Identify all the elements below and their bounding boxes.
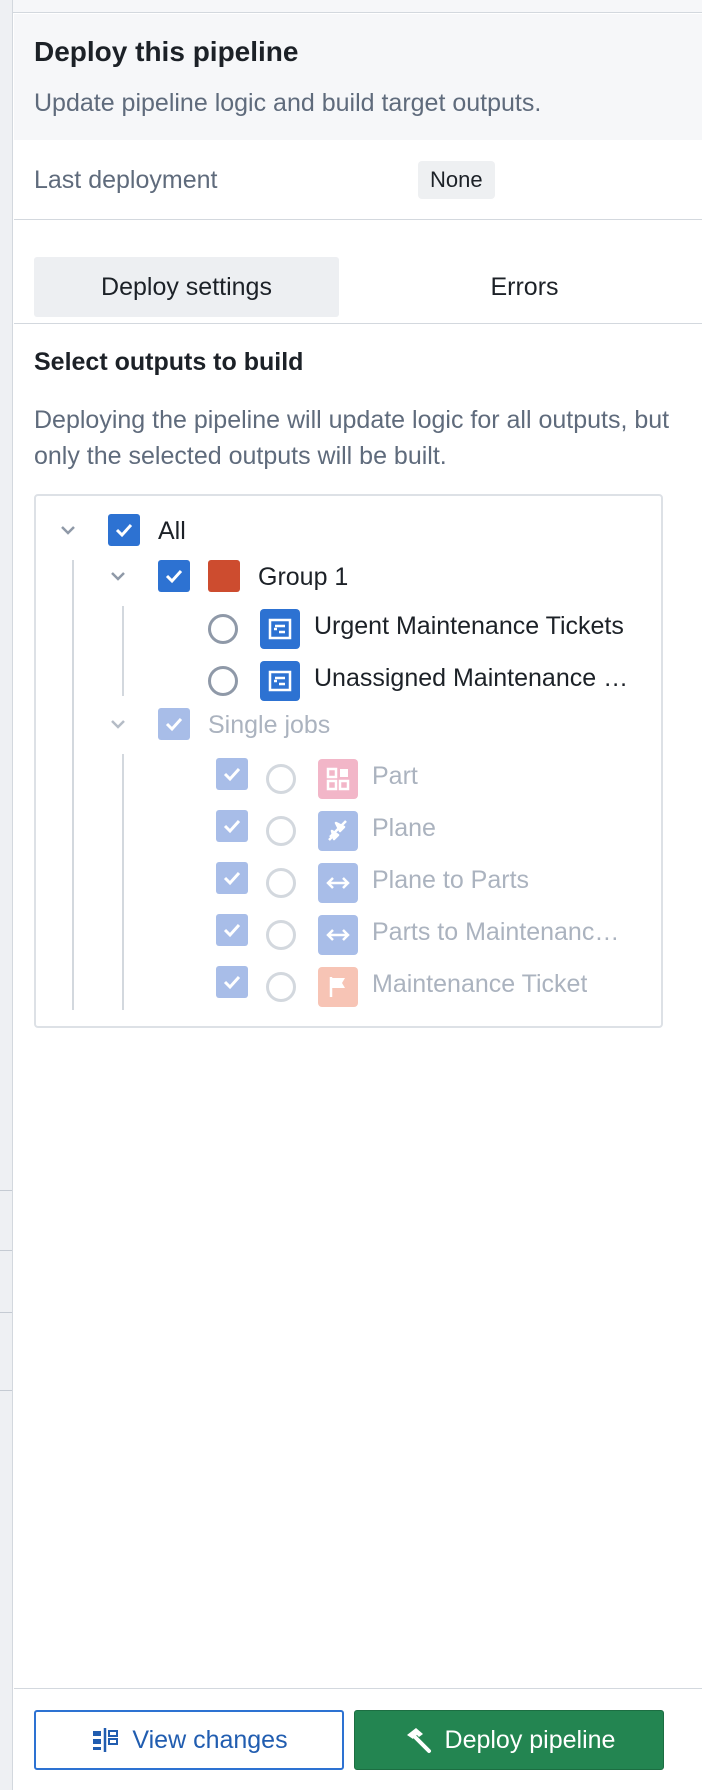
outputs-description: Deploying the pipeline will update logic… [34, 406, 670, 470]
tree-label-parts-to-maintenance: Parts to Maintenanc… [372, 918, 620, 946]
radio-urgent-maintenance-tickets[interactable] [208, 614, 238, 644]
flag-icon [318, 967, 358, 1007]
tree-label-maintenance-ticket: Maintenance Ticket [372, 970, 588, 998]
check-icon [223, 819, 241, 834]
tree-label-all: All [158, 517, 186, 545]
panel-header: Deploy this pipeline Update pipeline log… [14, 14, 702, 140]
dataset-output-icon [260, 609, 300, 649]
chevron-down-icon[interactable] [108, 714, 128, 734]
last-deployment-label: Last deployment [34, 166, 218, 194]
check-icon [223, 923, 241, 938]
gutter-divider [0, 1390, 12, 1391]
checkbox-parts-to-maintenance[interactable] [216, 914, 248, 946]
chevron-down-icon[interactable] [108, 566, 128, 586]
tab-deploy-settings[interactable]: Deploy settings [34, 257, 339, 317]
check-icon [223, 871, 241, 886]
deploy-pipeline-button[interactable]: Deploy pipeline [354, 1710, 664, 1770]
tree-label-group-1: Group 1 [258, 563, 349, 591]
check-icon [165, 717, 183, 732]
footer-divider [14, 1688, 702, 1689]
checkbox-maintenance-ticket[interactable] [216, 966, 248, 998]
grid-icon [318, 759, 358, 799]
radio-maintenance-ticket[interactable] [266, 972, 296, 1002]
radio-plane[interactable] [266, 816, 296, 846]
check-icon [223, 975, 241, 990]
checkbox-part[interactable] [216, 758, 248, 790]
tree-label-single-jobs: Single jobs [208, 711, 331, 739]
checkbox-plane-to-parts[interactable] [216, 862, 248, 894]
last-deployment-row: Last deployment None [14, 140, 702, 220]
last-deployment-tag: None [418, 161, 495, 199]
hammer-icon [406, 1728, 431, 1753]
view-changes-label: View changes [132, 1725, 288, 1754]
radio-plane-to-parts[interactable] [266, 868, 296, 898]
group-color-swatch [208, 560, 240, 592]
tree-label-plane-to-parts: Plane to Parts [372, 866, 530, 894]
tab-bar: Deploy settings Errors [14, 221, 702, 324]
gutter-divider [0, 1312, 12, 1313]
panel-title: Deploy this pipeline [34, 36, 299, 67]
radio-unassigned-maintenance[interactable] [208, 666, 238, 696]
compare-columns-icon [93, 1728, 119, 1752]
gutter-divider [0, 1250, 12, 1251]
gutter-divider [0, 1190, 12, 1191]
check-icon [165, 569, 183, 584]
checkbox-plane[interactable] [216, 810, 248, 842]
tab-errors[interactable]: Errors [372, 257, 677, 317]
panel-subtitle: Update pipeline logic and build target o… [34, 89, 542, 117]
radio-parts-to-maintenance[interactable] [266, 920, 296, 950]
tree-guide-line [72, 560, 74, 1010]
tree-label-urgent-maintenance-tickets: Urgent Maintenance Tickets [314, 612, 624, 640]
deploy-panel: Deploy this pipeline Update pipeline log… [14, 14, 702, 1790]
link-arrows-icon [318, 915, 358, 955]
check-icon [115, 523, 133, 538]
tree-guide-line [122, 606, 124, 696]
dataset-output-icon [260, 661, 300, 701]
outputs-title: Select outputs to build [34, 348, 304, 376]
tree-label-part: Part [372, 762, 418, 790]
tree-guide-line [122, 754, 124, 1010]
checkbox-all[interactable] [108, 514, 140, 546]
link-arrows-icon [318, 863, 358, 903]
tree-label-unassigned-maintenance: Unassigned Maintenance … [314, 664, 629, 692]
tree-label-plane: Plane [372, 814, 436, 842]
top-border [13, 0, 702, 13]
radio-part[interactable] [266, 764, 296, 794]
deploy-pipeline-label: Deploy pipeline [444, 1725, 616, 1754]
left-gutter [0, 0, 13, 1790]
check-icon [223, 767, 241, 782]
checkbox-single-jobs[interactable] [158, 708, 190, 740]
checkbox-group-1[interactable] [158, 560, 190, 592]
view-changes-button[interactable]: View changes [34, 1710, 344, 1770]
airplane-icon [318, 811, 358, 851]
outputs-tree: All Group 1 Urgent Maintenance Tickets U… [34, 494, 663, 1028]
chevron-down-icon[interactable] [58, 520, 78, 540]
